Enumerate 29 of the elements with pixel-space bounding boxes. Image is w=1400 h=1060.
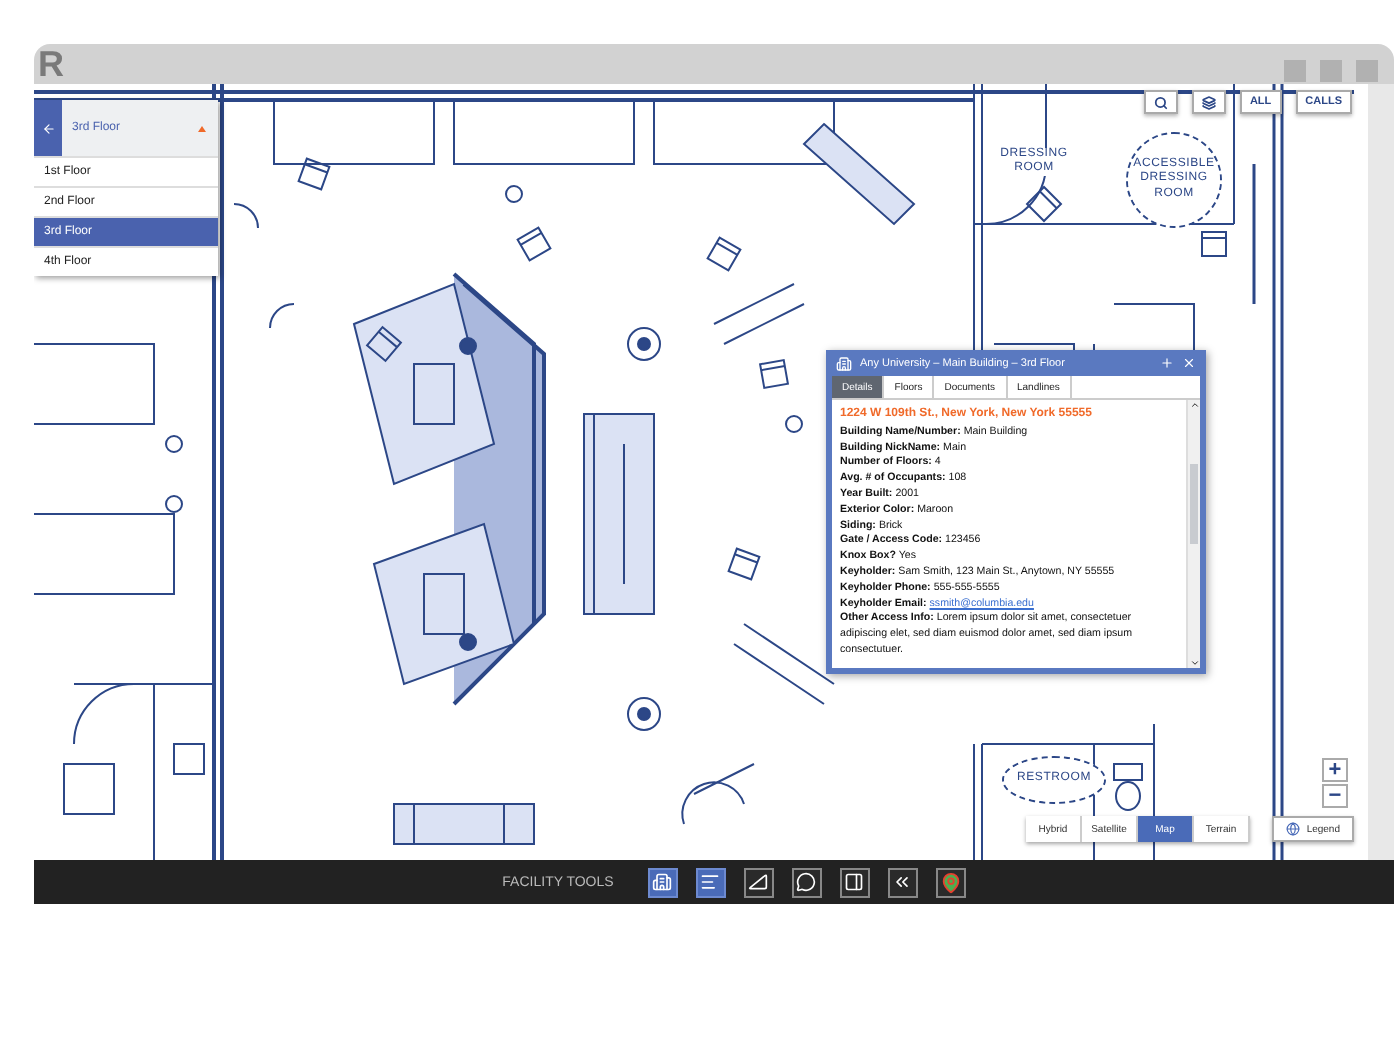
- scrollbar[interactable]: [1186, 400, 1200, 668]
- scroll-up-icon[interactable]: [1189, 400, 1199, 410]
- triangle-ruler-icon: [748, 872, 769, 892]
- layers-icon: [1201, 95, 1216, 109]
- app-logo: R: [38, 46, 64, 82]
- tool-button[interactable]: [743, 867, 774, 897]
- building-icon: [836, 355, 852, 371]
- speech-bubble-icon: [796, 872, 817, 892]
- close-icon[interactable]: [1182, 356, 1196, 370]
- tool-button[interactable]: [791, 867, 822, 897]
- search-icon: [1153, 95, 1168, 109]
- building-icon: [652, 872, 673, 892]
- tool-button[interactable]: [935, 867, 966, 897]
- layers-button[interactable]: [1191, 90, 1226, 114]
- tool-button[interactable]: [839, 867, 870, 897]
- list-icon: [700, 872, 721, 892]
- caret-icon: [198, 125, 206, 131]
- scroll-down-icon[interactable]: [1189, 657, 1199, 668]
- plus-icon[interactable]: [1160, 356, 1174, 370]
- map-pin-icon: [939, 871, 962, 893]
- double-chevron-icon: [892, 872, 913, 892]
- tool-button[interactable]: [647, 867, 678, 897]
- zoom-in-button[interactable]: +: [1322, 758, 1348, 782]
- zoom-out-button[interactable]: −: [1322, 784, 1348, 808]
- search-button[interactable]: [1143, 90, 1178, 114]
- globe-icon: [1286, 822, 1301, 836]
- panel-icon: [844, 872, 865, 892]
- tool-button[interactable]: [695, 867, 726, 897]
- tool-button[interactable]: [887, 867, 918, 897]
